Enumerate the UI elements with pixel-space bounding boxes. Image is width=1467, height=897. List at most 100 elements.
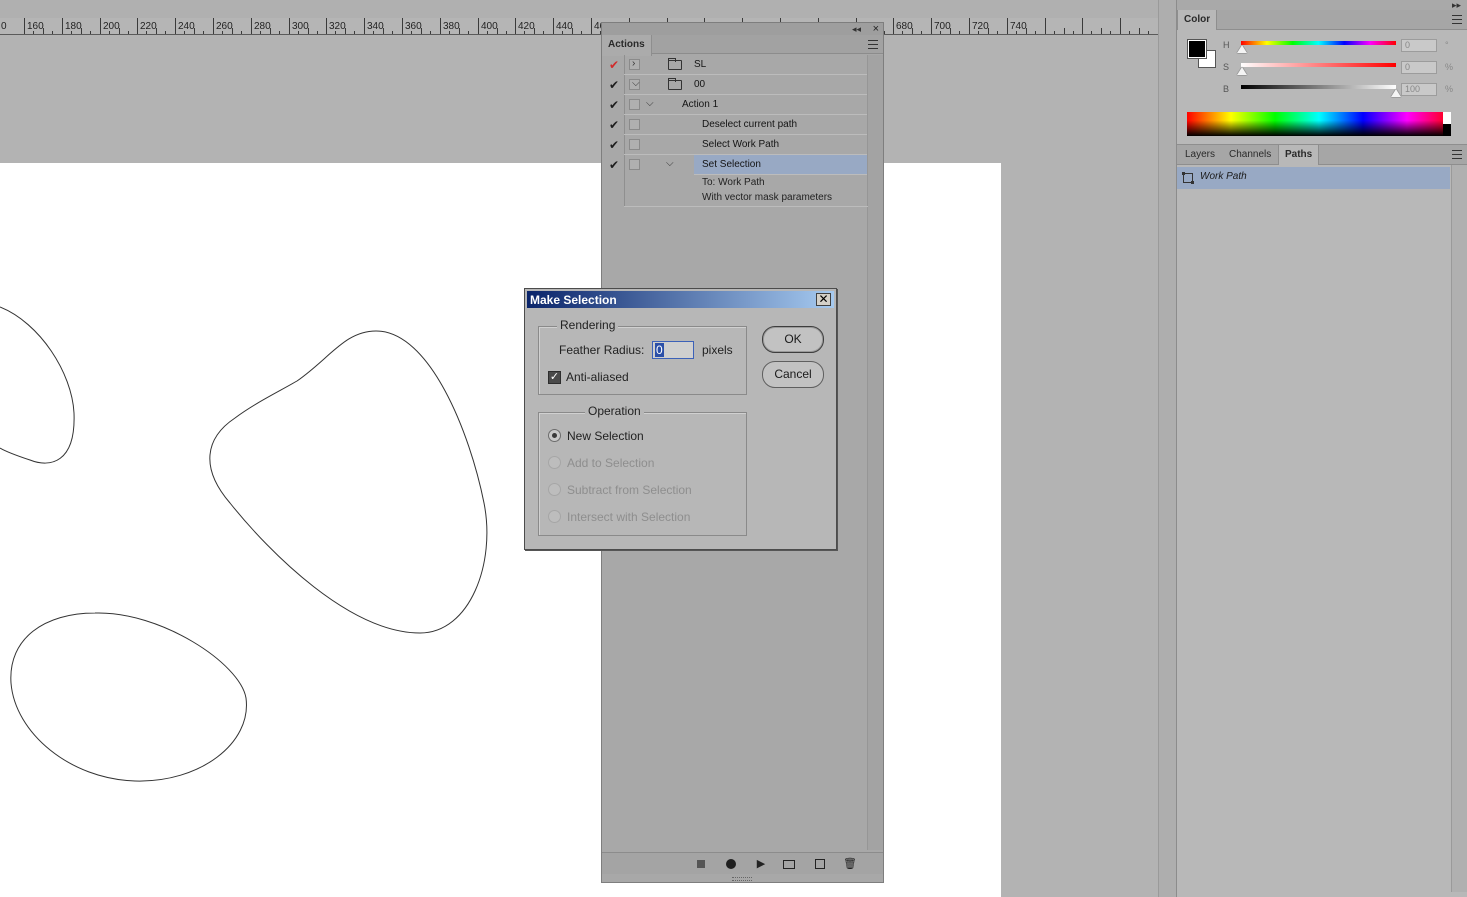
tab-paths[interactable]: Paths bbox=[1278, 145, 1320, 166]
hue-thumb[interactable] bbox=[1237, 45, 1247, 53]
play-icon[interactable]: ▶ bbox=[755, 858, 767, 870]
paths-scrollbar[interactable] bbox=[1451, 165, 1467, 892]
collapse-panel-icon[interactable]: ◂◂ bbox=[852, 23, 861, 35]
ruler-label: 280 bbox=[254, 21, 271, 32]
ruler-tick bbox=[279, 31, 280, 34]
feather-radius-input[interactable]: 0 bbox=[652, 341, 694, 359]
panel-menu-icon[interactable] bbox=[868, 40, 878, 49]
toggle-item-check-icon[interactable]: ✔ bbox=[609, 79, 621, 91]
ruler-label: 320 bbox=[329, 21, 346, 32]
color-spectrum[interactable] bbox=[1187, 112, 1451, 136]
new-set-icon[interactable] bbox=[783, 858, 795, 870]
ruler-label: 0 bbox=[1, 21, 7, 32]
ruler-label: 440 bbox=[556, 21, 573, 32]
intersect-with-selection-radio[interactable] bbox=[548, 510, 561, 523]
action-label: Action 1 bbox=[682, 99, 719, 110]
action-row-body[interactable]: ⌵ 00 bbox=[624, 75, 868, 95]
brightness-track[interactable] bbox=[1241, 85, 1396, 89]
horizontal-ruler[interactable]: 0 160 180 200 220 240 260 280 300 320 340 360 380 400… bbox=[0, 18, 1158, 35]
brightness-thumb[interactable] bbox=[1391, 89, 1401, 97]
action-row[interactable]: ✔ Deselect current path bbox=[602, 115, 868, 135]
action-row[interactable]: ✔ ⌵ Action 1 bbox=[602, 95, 868, 115]
record-icon[interactable] bbox=[725, 858, 737, 870]
toggle-item-check-icon[interactable]: ✔ bbox=[609, 99, 621, 111]
action-row[interactable]: ✔ Select Work Path bbox=[602, 135, 868, 155]
action-row-body[interactable]: › SL bbox=[624, 55, 868, 75]
close-icon[interactable]: ✕ bbox=[816, 293, 831, 306]
hue-value[interactable]: 0 bbox=[1401, 39, 1437, 52]
actions-scrollbar[interactable] bbox=[867, 55, 883, 850]
path-shape-center bbox=[209, 330, 488, 634]
intersect-with-selection-label[interactable]: Intersect with Selection bbox=[567, 510, 690, 524]
path-row-work-path[interactable]: Work Path bbox=[1177, 167, 1450, 189]
ruler-tick bbox=[1035, 31, 1036, 34]
ruler-tick bbox=[175, 18, 176, 34]
dock-expand-icon[interactable]: ▸▸ bbox=[1177, 0, 1467, 10]
action-label: 00 bbox=[694, 79, 706, 90]
ruler-tick bbox=[468, 31, 469, 34]
subtract-from-selection-label[interactable]: Subtract from Selection bbox=[567, 483, 692, 497]
ruler-tick bbox=[364, 18, 365, 34]
add-to-selection-radio[interactable] bbox=[548, 456, 561, 469]
action-row-body[interactable]: ⌵ Action 1 bbox=[624, 95, 868, 115]
cancel-button[interactable]: Cancel bbox=[762, 361, 824, 388]
tab-channels[interactable]: Channels bbox=[1223, 145, 1277, 165]
ok-button[interactable]: OK bbox=[762, 326, 824, 353]
ruler-tick bbox=[1054, 31, 1055, 34]
toggle-item-check-icon[interactable]: ✔ bbox=[609, 59, 621, 71]
close-panel-icon[interactable]: × bbox=[873, 23, 879, 35]
rendering-legend: Rendering bbox=[557, 318, 619, 332]
path-label: Work Path bbox=[1200, 171, 1247, 182]
ruler-tick bbox=[440, 18, 441, 34]
new-action-icon[interactable] bbox=[814, 858, 826, 870]
options-bar-strip bbox=[0, 0, 1158, 18]
action-row-body[interactable]: Select Work Path bbox=[624, 135, 868, 155]
hue-track[interactable] bbox=[1241, 41, 1396, 45]
add-to-selection-label[interactable]: Add to Selection bbox=[567, 456, 654, 470]
brightness-value[interactable]: 100 bbox=[1401, 83, 1437, 96]
action-row[interactable]: ✔ ⌵ 00 bbox=[602, 75, 868, 95]
toggle-dialog-box[interactable] bbox=[629, 159, 640, 170]
stop-icon[interactable] bbox=[695, 858, 707, 870]
saturation-value[interactable]: 0 bbox=[1401, 61, 1437, 74]
ruler-tick bbox=[1110, 31, 1111, 34]
action-row-body[interactable]: Deselect current path bbox=[624, 115, 868, 135]
toggle-item-check-icon[interactable]: ✔ bbox=[609, 119, 621, 131]
anti-aliased-checkbox[interactable]: ✓ bbox=[548, 371, 561, 384]
ruler-tick bbox=[430, 31, 431, 34]
chevron-down-icon[interactable]: ⌵ bbox=[632, 78, 640, 89]
ruler-tick bbox=[289, 18, 290, 34]
saturation-thumb[interactable] bbox=[1237, 67, 1247, 75]
black-white-swatch[interactable] bbox=[1443, 112, 1451, 136]
action-row[interactable]: ✔ › SL bbox=[602, 55, 868, 75]
action-row[interactable]: ✔ ⌵ Set Selection bbox=[602, 155, 868, 175]
new-selection-radio[interactable] bbox=[548, 429, 561, 442]
action-row-body[interactable]: ⌵ Set Selection bbox=[666, 155, 868, 175]
chevron-down-icon[interactable]: ⌵ bbox=[646, 98, 654, 109]
panel-menu-icon[interactable] bbox=[1452, 15, 1462, 24]
toggle-item-check-icon[interactable]: ✔ bbox=[609, 159, 621, 171]
subtract-from-selection-radio[interactable] bbox=[548, 483, 561, 496]
chevron-right-icon[interactable]: › bbox=[632, 58, 635, 69]
trash-icon[interactable]: 🗑 bbox=[843, 858, 857, 870]
tab-color[interactable]: Color bbox=[1177, 10, 1218, 31]
toggle-item-check-icon[interactable]: ✔ bbox=[609, 139, 621, 151]
dialog-titlebar[interactable]: Make Selection ✕ bbox=[527, 291, 834, 308]
ruler-tick bbox=[515, 18, 516, 34]
ruler-tick bbox=[1129, 31, 1130, 34]
panel-menu-icon[interactable] bbox=[1452, 150, 1462, 159]
saturation-track[interactable] bbox=[1241, 63, 1396, 67]
ruler-label: 360 bbox=[405, 21, 422, 32]
new-selection-label[interactable]: New Selection bbox=[567, 429, 644, 443]
ruler-tick bbox=[959, 31, 960, 34]
anti-aliased-label[interactable]: Anti-aliased bbox=[566, 370, 629, 384]
ruler-tick bbox=[402, 18, 403, 34]
tab-layers[interactable]: Layers bbox=[1179, 145, 1221, 165]
canvas-vertical-scrollbar[interactable] bbox=[1158, 0, 1176, 897]
chevron-down-icon[interactable]: ⌵ bbox=[666, 158, 674, 169]
ruler-label: 680 bbox=[896, 21, 913, 32]
resize-grip[interactable] bbox=[732, 877, 752, 881]
layers-tabbar: Layers Channels Paths bbox=[1177, 145, 1467, 166]
tab-actions[interactable]: Actions bbox=[602, 35, 652, 56]
foreground-color-swatch[interactable] bbox=[1187, 39, 1207, 59]
